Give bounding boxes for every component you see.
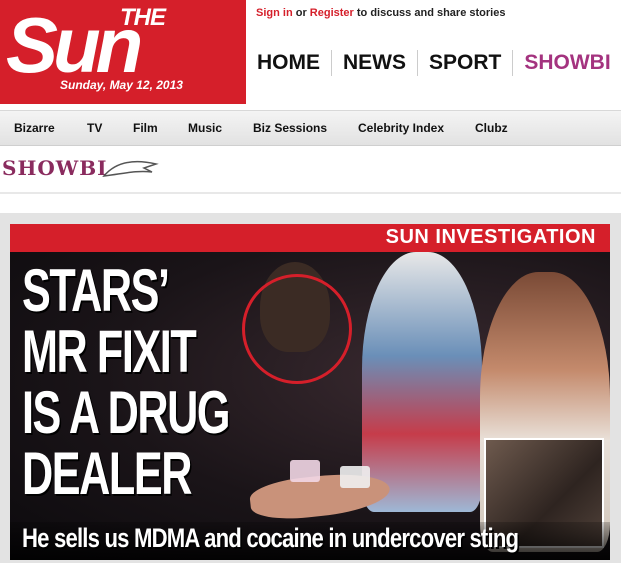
subnav-tv[interactable]: TV [87, 121, 102, 135]
subnav-clubz[interactable]: Clubz [475, 121, 508, 135]
hero-banner-label: SUN INVESTIGATION [385, 226, 596, 248]
sun-logo[interactable]: THE Sun Sunday, May 12, 2013 [0, 0, 246, 104]
subnav-film[interactable]: Film [133, 121, 158, 135]
nav-sport[interactable]: SPORT [418, 50, 514, 76]
headline-line-3: IS A DRUG [22, 379, 230, 446]
subnav-bizarre[interactable]: Bizarre [14, 121, 55, 135]
hero-strap: He sells us MDMA and cocaine in undercov… [10, 522, 610, 560]
main-nav: HOME NEWS SPORT SHOWBI [246, 46, 621, 80]
photo-packet-white [340, 466, 370, 488]
headline-line-2: MR FIXIT [22, 318, 197, 385]
section-divider [0, 192, 621, 194]
masthead-date: Sunday, May 12, 2013 [60, 78, 183, 92]
subnav-biz-sessions[interactable]: Biz Sessions [253, 121, 327, 135]
nav-home[interactable]: HOME [246, 50, 332, 76]
subnav-celebrity-index[interactable]: Celebrity Index [358, 121, 444, 135]
signin-prompt-text: to discuss and share stories [356, 7, 506, 19]
hero-story[interactable]: SUN INVESTIGATION STARS’ MR FIXIT IS A D… [10, 224, 610, 560]
showbiz-logo-text: SHOWBI [2, 156, 108, 180]
showbiz-swoosh-icon [102, 160, 159, 177]
subnav-music[interactable]: Music [188, 121, 222, 135]
showbiz-section-logo[interactable]: SHOWBI [0, 152, 160, 186]
hero-strapline[interactable]: He sells us MDMA and cocaine in undercov… [22, 523, 519, 554]
logo-sun-text: Sun [6, 1, 143, 89]
hero-banner: SUN INVESTIGATION [10, 224, 610, 252]
nav-showbiz[interactable]: SHOWBI [513, 50, 621, 76]
signin-bar: Sign in or Register to discuss and share… [256, 7, 505, 19]
sub-nav: Bizarre TV Film Music Biz Sessions Celeb… [0, 110, 621, 146]
signin-or-text: or [295, 7, 307, 19]
nav-news[interactable]: NEWS [332, 50, 418, 76]
hero-headline[interactable]: STARS’ MR FIXIT IS A DRUG DEALER [22, 260, 322, 504]
headline-line-1: STARS’ [22, 257, 170, 324]
register-link[interactable]: Register [310, 7, 354, 19]
headline-line-4: DEALER [22, 440, 192, 507]
photo-woman-hoodie-figure [362, 252, 482, 512]
signin-link[interactable]: Sign in [256, 7, 293, 19]
